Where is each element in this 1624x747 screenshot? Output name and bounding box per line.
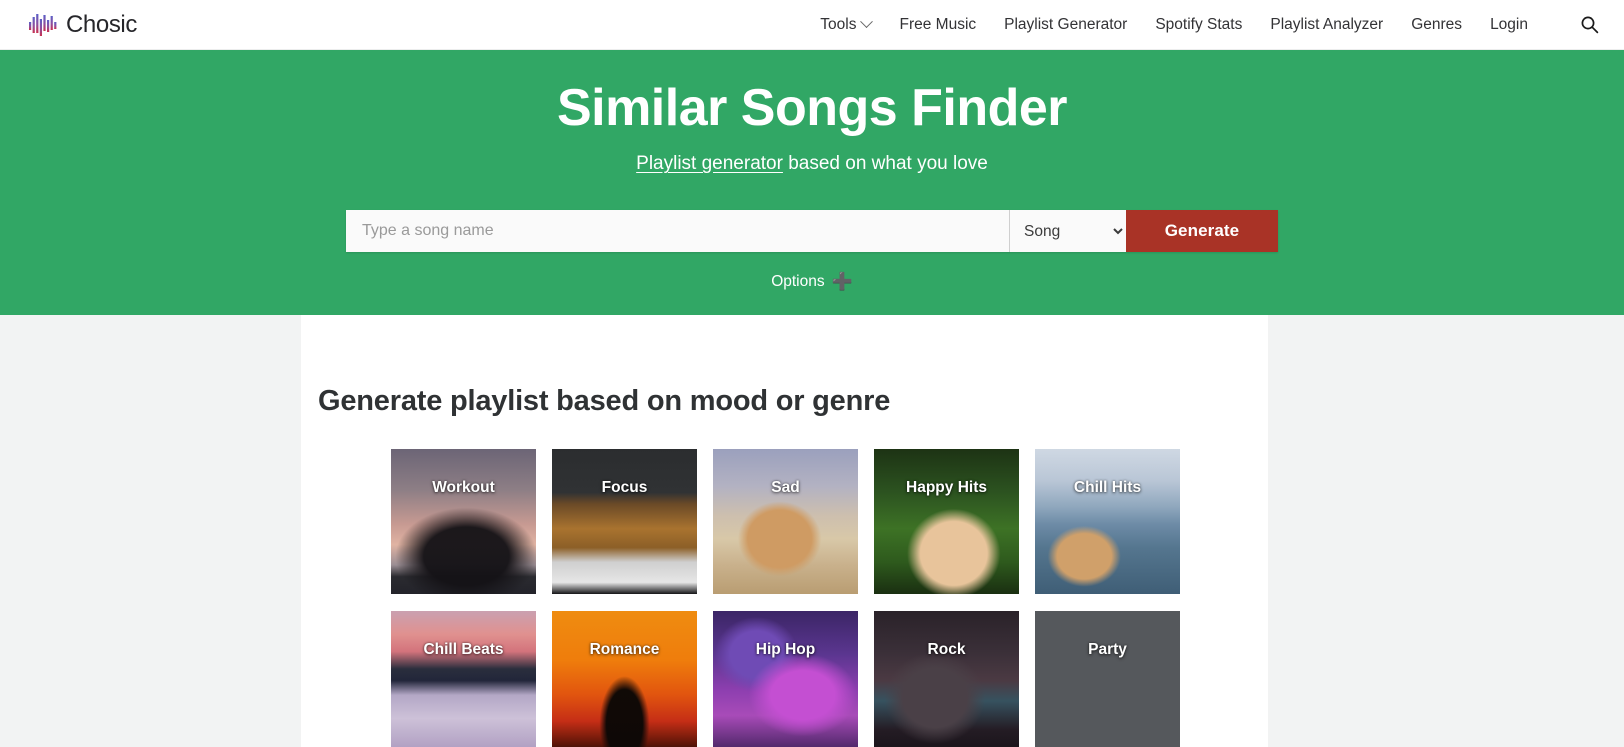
options-toggle-button[interactable]: Options ➕ [771,273,853,291]
chevron-down-icon [860,15,874,29]
main-nav: Tools Free Music Playlist Generator Spot… [820,14,1600,36]
nav-item-tools[interactable]: Tools [820,15,874,34]
hero-section: Similar Songs Finder Playlist generator … [0,50,1624,315]
playlist-tile-focus[interactable]: Focus [552,449,697,594]
song-search-bar: Song Generate [346,210,1278,253]
tile-artwork [1035,449,1180,594]
playlist-tile-happy-hits[interactable]: Happy Hits [874,449,1019,594]
nav-item-login[interactable]: Login [1490,16,1528,34]
nav-item-playlist-generator[interactable]: Playlist Generator [1004,16,1127,34]
tile-artwork [552,611,697,747]
tile-artwork [874,611,1019,747]
equalizer-bars-icon [29,13,57,36]
playlist-generator-link[interactable]: Playlist generator [636,153,783,174]
hero-subtitle: Playlist generator based on what you lov… [0,152,1624,177]
tile-artwork [552,449,697,594]
playlist-tile-chill-hits[interactable]: Chill Hits [1035,449,1180,594]
section-title: Generate playlist based on mood or genre [318,385,891,417]
playlist-tile-hip-hop[interactable]: Hip Hop [713,611,858,747]
playlist-tile-party[interactable]: Party [1035,611,1180,747]
top-navigation-bar: Chosic Tools Free Music Playlist Generat… [0,0,1624,50]
playlist-tile-workout[interactable]: Workout [391,449,536,594]
tile-artwork [713,449,858,594]
nav-item-label: Tools [820,15,857,33]
tile-artwork [1035,611,1180,747]
page-title: Similar Songs Finder [556,79,1068,137]
song-search-input[interactable] [346,210,1009,253]
search-type-select[interactable]: Song [1009,210,1126,253]
tile-artwork [874,449,1019,594]
page-body: Generate playlist based on mood or genre… [0,315,1624,747]
brand-name: Chosic [66,10,137,38]
content-panel: Generate playlist based on mood or genre… [301,315,1268,747]
playlist-tile-rock[interactable]: Rock [874,611,1019,747]
tile-artwork [391,611,536,747]
mood-genre-tile-grid: Workout Focus Sad Happy Hits Chill Hits [318,449,1268,747]
generate-button[interactable]: Generate [1126,210,1278,253]
hero-subtitle-rest: based on what you love [782,153,988,175]
playlist-tile-sad[interactable]: Sad [713,449,858,594]
tile-artwork [391,449,536,594]
options-label: Options [771,273,825,291]
nav-item-free-music[interactable]: Free Music [899,16,976,34]
search-icon[interactable] [1578,14,1600,36]
playlist-tile-chill-beats[interactable]: Chill Beats [391,611,536,747]
brand-logo[interactable]: Chosic [28,10,137,40]
nav-item-genres[interactable]: Genres [1411,16,1462,34]
nav-item-spotify-stats[interactable]: Spotify Stats [1155,16,1242,34]
playlist-tile-romance[interactable]: Romance [552,611,697,747]
plus-icon: ➕ [831,271,853,291]
nav-item-playlist-analyzer[interactable]: Playlist Analyzer [1270,16,1383,34]
tile-artwork [713,611,858,747]
